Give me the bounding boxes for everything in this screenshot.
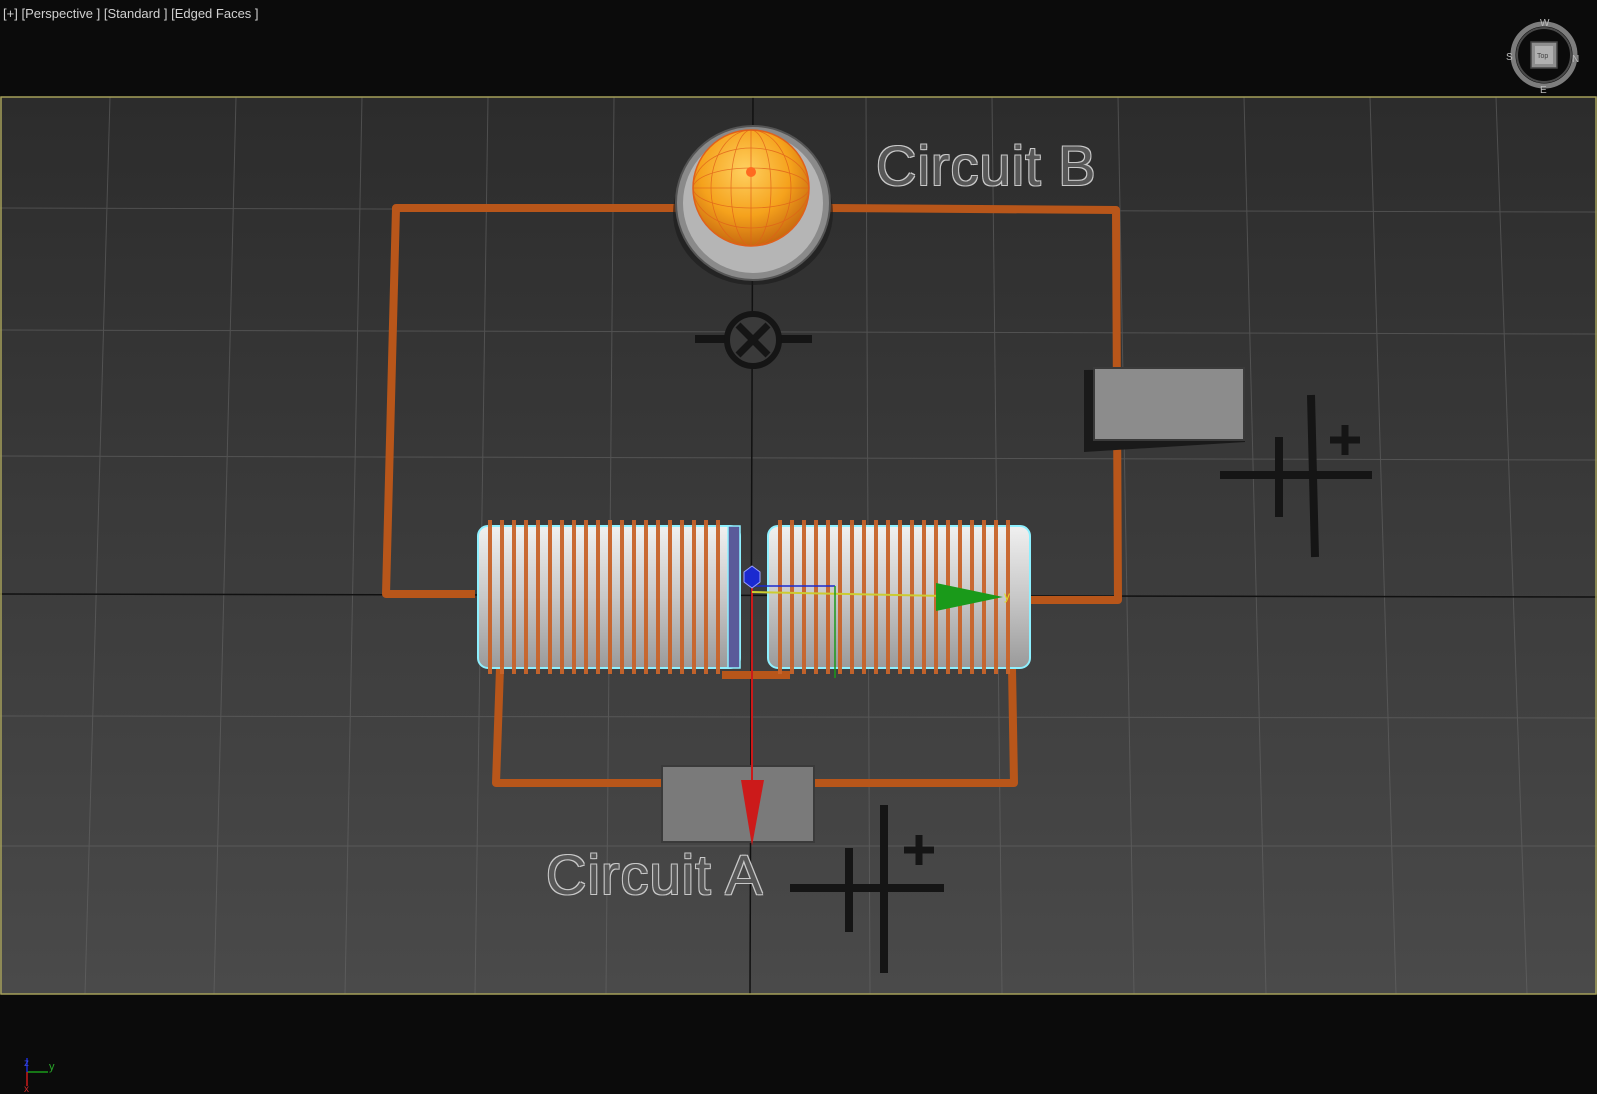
viewcube-compass-e: E: [1540, 85, 1547, 96]
viewport-label: [+] [Perspective ] [Standard ] [Edged Fa…: [3, 6, 259, 21]
viewcube-face-label: Top: [1537, 53, 1548, 60]
viewcube-compass-w: W: [1540, 18, 1550, 29]
viewcube[interactable]: W N E S Top: [1506, 18, 1579, 96]
tripod-y-label: y: [49, 1061, 55, 1073]
axis-tripod: z y x: [24, 1058, 55, 1094]
tripod-z-label: z: [24, 1058, 29, 1069]
circuit-a-label[interactable]: Circuit A: [546, 842, 764, 907]
viewport-view-menu[interactable]: [Perspective ]: [21, 6, 100, 21]
viewcube-compass-s: S: [1506, 52, 1513, 63]
battery-box-a[interactable]: [661, 765, 815, 843]
viewcube-compass-n: N: [1572, 54, 1579, 65]
light-bulb[interactable]: [673, 125, 833, 285]
viewport-canvas[interactable]: y W N E S Top z y x: [0, 0, 1597, 1094]
battery-box-b[interactable]: [1084, 367, 1245, 452]
gizmo-y-label: y: [1004, 589, 1010, 603]
viewport-menu-button[interactable]: [+]: [3, 6, 18, 21]
circuit-b-label[interactable]: Circuit B: [876, 133, 1097, 198]
tripod-x-label: x: [24, 1084, 29, 1094]
left-coil[interactable]: [477, 520, 741, 674]
viewport-shading-menu[interactable]: [Standard ]: [104, 6, 168, 21]
viewport-edged-faces-menu[interactable]: [Edged Faces ]: [171, 6, 258, 21]
